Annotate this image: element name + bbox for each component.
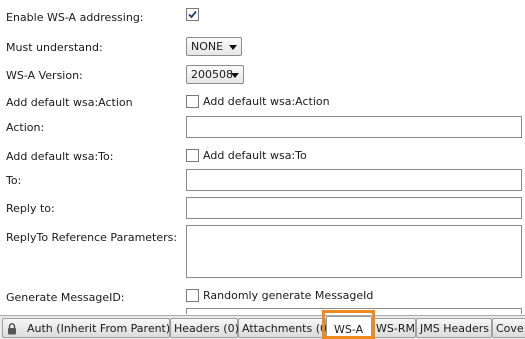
tab-auth[interactable]: Auth (Inherit From Parent) [2,318,170,338]
reply-to-label: Reply to: [6,202,55,215]
checkmark-icon [188,10,197,19]
generate-msgid-checkbox-label[interactable]: Randomly generate MessageId [203,289,373,302]
inspector-tab-bar: Auth (Inherit From Parent) Headers (0) A… [0,315,525,339]
replyto-ref-params-label: ReplyTo Reference Parameters: [6,231,178,244]
add-to-row: Add default wsa:To: Add default wsa:To [0,147,525,167]
tab-auth-label: Auth (Inherit From Parent) [27,322,171,335]
tab-attachments[interactable]: Attachments (0) [238,318,331,338]
chevron-down-icon [231,73,239,78]
tab-attachments-label: Attachments (0) [242,322,332,335]
tab-jms-headers-label: JMS Headers [420,322,489,335]
action-input[interactable] [186,116,522,138]
to-label: To: [6,174,22,187]
replyto-ref-params-textarea[interactable] [186,225,522,278]
must-understand-label: Must understand: [6,41,103,54]
reply-to-input[interactable] [186,197,522,219]
to-row: To: [0,169,525,193]
must-understand-select[interactable]: NONE [186,37,242,56]
wsa-version-value: 200508 [191,68,233,81]
replyto-ref-params-row: ReplyTo Reference Parameters: [0,225,525,281]
add-to-checkbox-label[interactable]: Add default wsa:To [203,149,307,162]
action-label: Action: [6,121,45,134]
add-action-label: Add default wsa:Action [6,96,133,109]
tab-jms-headers[interactable]: JMS Headers [416,318,492,338]
enable-wsa-label: Enable WS-A addressing: [6,11,144,24]
wsa-version-label: WS-A Version: [6,69,83,82]
enable-wsa-checkbox[interactable] [186,8,199,21]
wsa-version-select[interactable]: 200508 [186,65,244,84]
add-action-checkbox-label[interactable]: Add default wsa:Action [203,95,330,108]
tab-ws-a[interactable]: WS-A [326,316,372,339]
add-action-checkbox[interactable] [186,95,199,108]
tab-ws-rm[interactable]: WS-RM [372,318,416,338]
tab-headers[interactable]: Headers (0) [170,318,239,338]
tab-coverage[interactable]: Cove [492,318,525,338]
action-row: Action: [0,116,525,140]
tab-headers-label: Headers (0) [174,322,239,335]
must-understand-row: Must understand: NONE [0,36,525,58]
add-to-checkbox[interactable] [186,149,199,162]
must-understand-value: NONE [191,40,224,53]
generate-msgid-checkbox[interactable] [186,289,199,302]
wsa-settings-form: Enable WS-A addressing: Must understand:… [0,0,525,314]
enable-wsa-row: Enable WS-A addressing: [0,6,525,26]
lock-icon [8,323,16,335]
reply-to-row: Reply to: [0,197,525,221]
add-to-label: Add default wsa:To: [6,150,114,163]
tab-ws-a-label: WS-A [334,323,364,336]
tab-ws-rm-label: WS-RM [376,322,415,335]
to-input[interactable] [186,169,522,191]
chevron-down-icon [229,45,237,50]
generate-msgid-row: Generate MessageID: Randomly generate Me… [0,287,525,307]
add-action-row: Add default wsa:Action Add default wsa:A… [0,93,525,113]
generate-msgid-label: Generate MessageID: [6,291,125,304]
tab-coverage-label: Cove [496,322,524,335]
next-field-input[interactable] [186,308,522,314]
wsa-version-row: WS-A Version: 200508 [0,64,525,86]
